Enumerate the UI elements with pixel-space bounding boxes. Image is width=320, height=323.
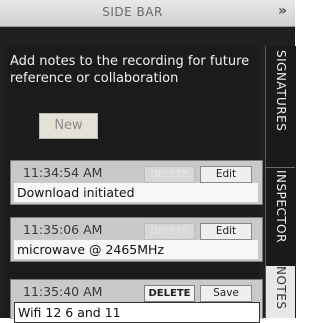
delete-note-button[interactable]: DELETE (144, 285, 195, 302)
tab-divider (266, 167, 295, 168)
note-text: Download initiated (14, 183, 258, 202)
sidebar-title: SIDE BAR (102, 5, 163, 19)
sidebar-window: SIDE BAR » Add notes to the recording fo… (0, 0, 296, 323)
edit-note-button[interactable]: Edit (200, 166, 252, 183)
note-timestamp: 11:35:06 AM (23, 222, 103, 237)
tab-signatures-label: SIGNATURES (274, 50, 288, 132)
tab-notes-label: NOTES (274, 266, 288, 310)
note-card: 11:35:06 AM DELETE Edit microwave @ 2465… (10, 217, 263, 262)
sidebar-header: SIDE BAR » (0, 0, 295, 27)
note-timestamp: 11:34:54 AM (23, 165, 103, 180)
save-note-button[interactable]: Save (200, 285, 252, 302)
tab-inspector[interactable]: INSPECTOR (266, 170, 295, 265)
note-card: 11:34:54 AM DELETE Edit Download initiat… (10, 160, 263, 205)
note-text-input[interactable]: Wifi 12 6 and 11 (14, 302, 260, 323)
note-text: microwave @ 2465MHz (14, 240, 258, 259)
new-note-button[interactable]: New (39, 113, 98, 139)
edit-note-button[interactable]: Edit (200, 223, 252, 240)
note-timestamp: 11:35:40 AM (23, 284, 103, 299)
delete-note-button[interactable]: DELETE (144, 223, 195, 240)
note-card: 11:35:40 AM DELETE Save Wifi 12 6 and 11 (10, 279, 263, 323)
tab-notes[interactable]: NOTES (266, 266, 295, 318)
delete-note-button[interactable]: DELETE (144, 166, 195, 183)
double-chevron-right-icon[interactable]: » (278, 3, 287, 19)
notes-hint: Add notes to the recording for future re… (10, 54, 250, 86)
tab-inspector-label: INSPECTOR (274, 170, 288, 243)
tab-signatures[interactable]: SIGNATURES (266, 50, 295, 170)
